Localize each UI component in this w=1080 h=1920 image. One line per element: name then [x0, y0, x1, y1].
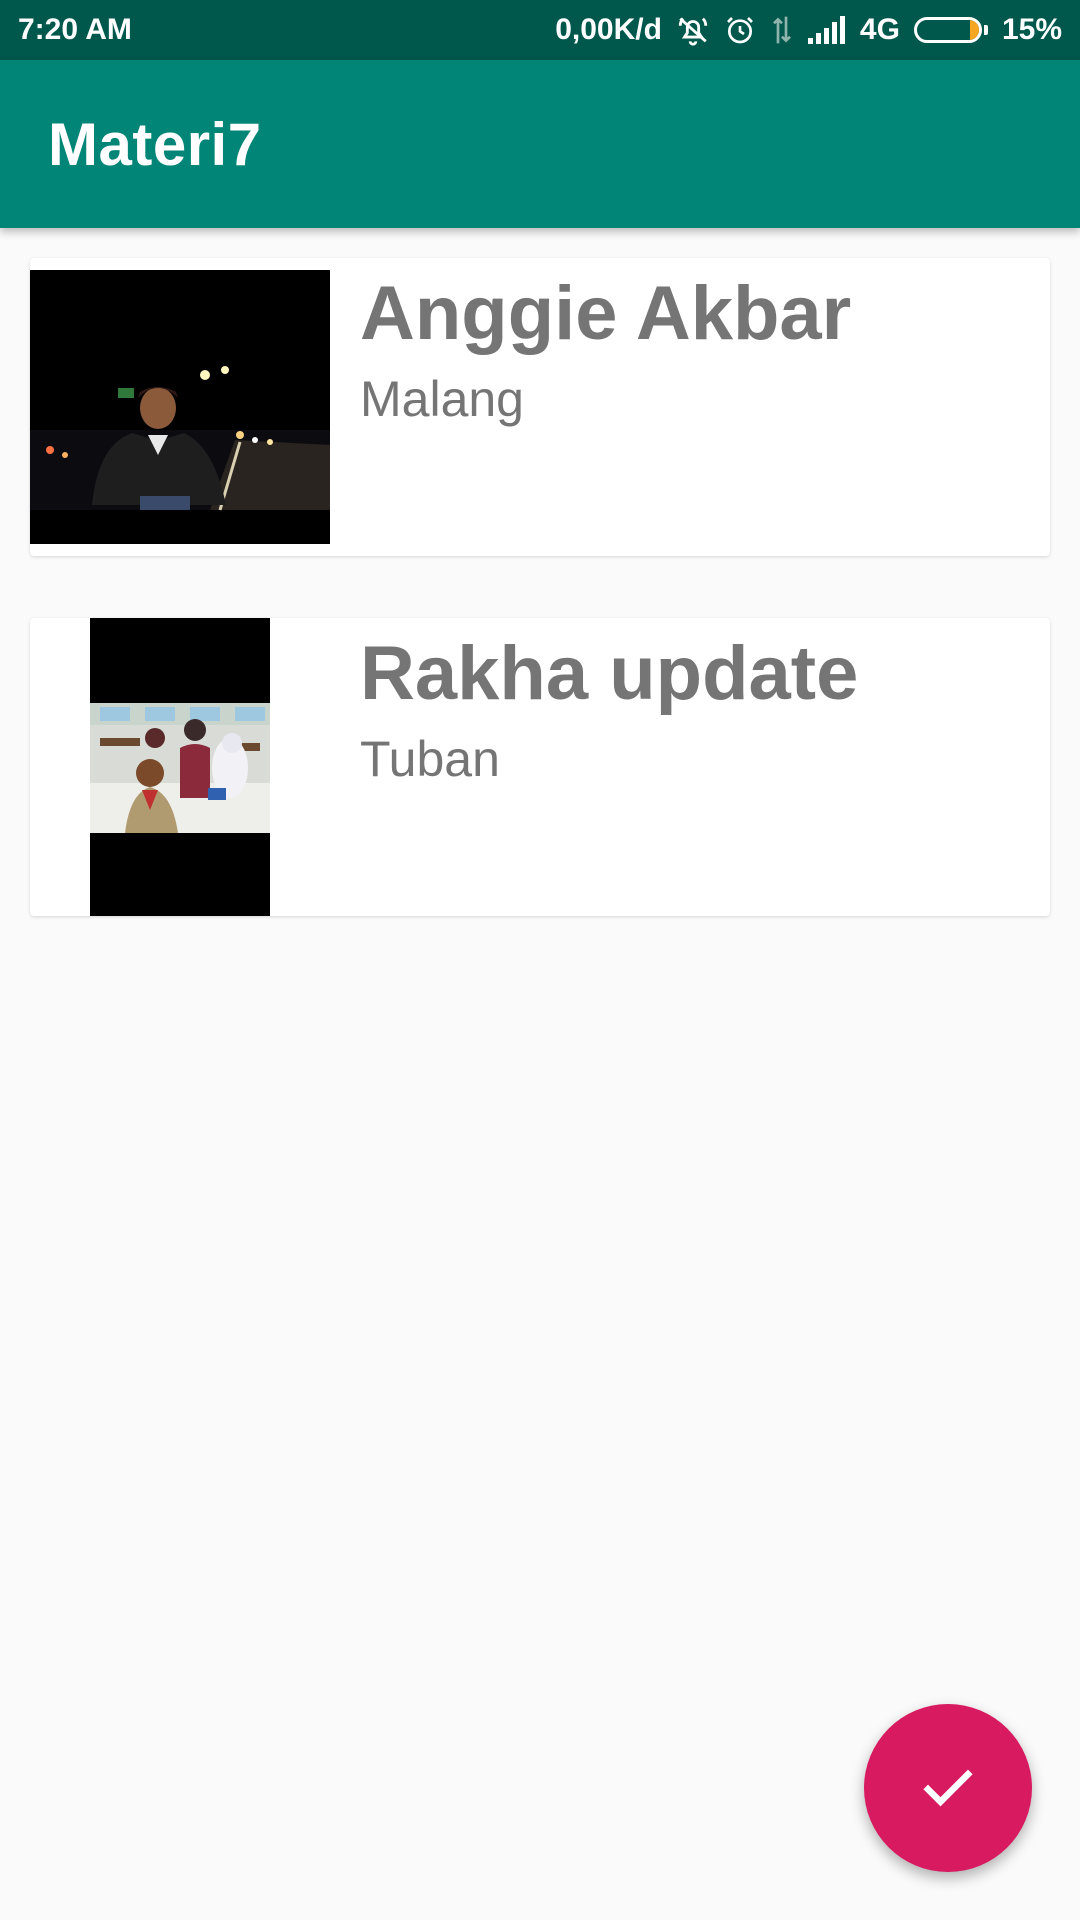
profile-photo	[30, 270, 330, 544]
mute-icon	[676, 13, 710, 47]
list-item[interactable]: Anggie Akbar Malang	[30, 258, 1050, 556]
battery-body	[913, 17, 982, 43]
alarm-icon	[724, 14, 756, 46]
data-arrows-icon	[770, 14, 794, 46]
battery-percent: 15%	[1001, 13, 1062, 46]
network-type: 4G	[859, 13, 900, 46]
battery-level	[969, 20, 979, 40]
contact-city: Malang	[360, 371, 524, 427]
confirm-fab-button[interactable]	[864, 1704, 1032, 1872]
contact-city: Tuban	[360, 731, 500, 787]
contact-name: Rakha update	[360, 631, 859, 716]
profile-photo	[90, 618, 270, 916]
contact-name: Anggie Akbar	[360, 271, 852, 356]
status-bar: 7:20 AM 0,00K/d 4G 15%	[0, 0, 1080, 60]
list-item[interactable]: Rakha update Tuban	[30, 618, 1050, 916]
signal-icon	[807, 16, 846, 44]
app-bar: Materi7	[0, 60, 1080, 228]
battery-tip	[983, 25, 988, 35]
network-speed: 0,00K/d	[555, 13, 662, 46]
status-icons: 0,00K/d 4G 15%	[555, 13, 1062, 47]
app-title: Materi7	[48, 110, 262, 178]
status-time: 7:20 AM	[18, 13, 132, 46]
battery-icon	[913, 17, 988, 43]
check-icon	[918, 1758, 978, 1818]
